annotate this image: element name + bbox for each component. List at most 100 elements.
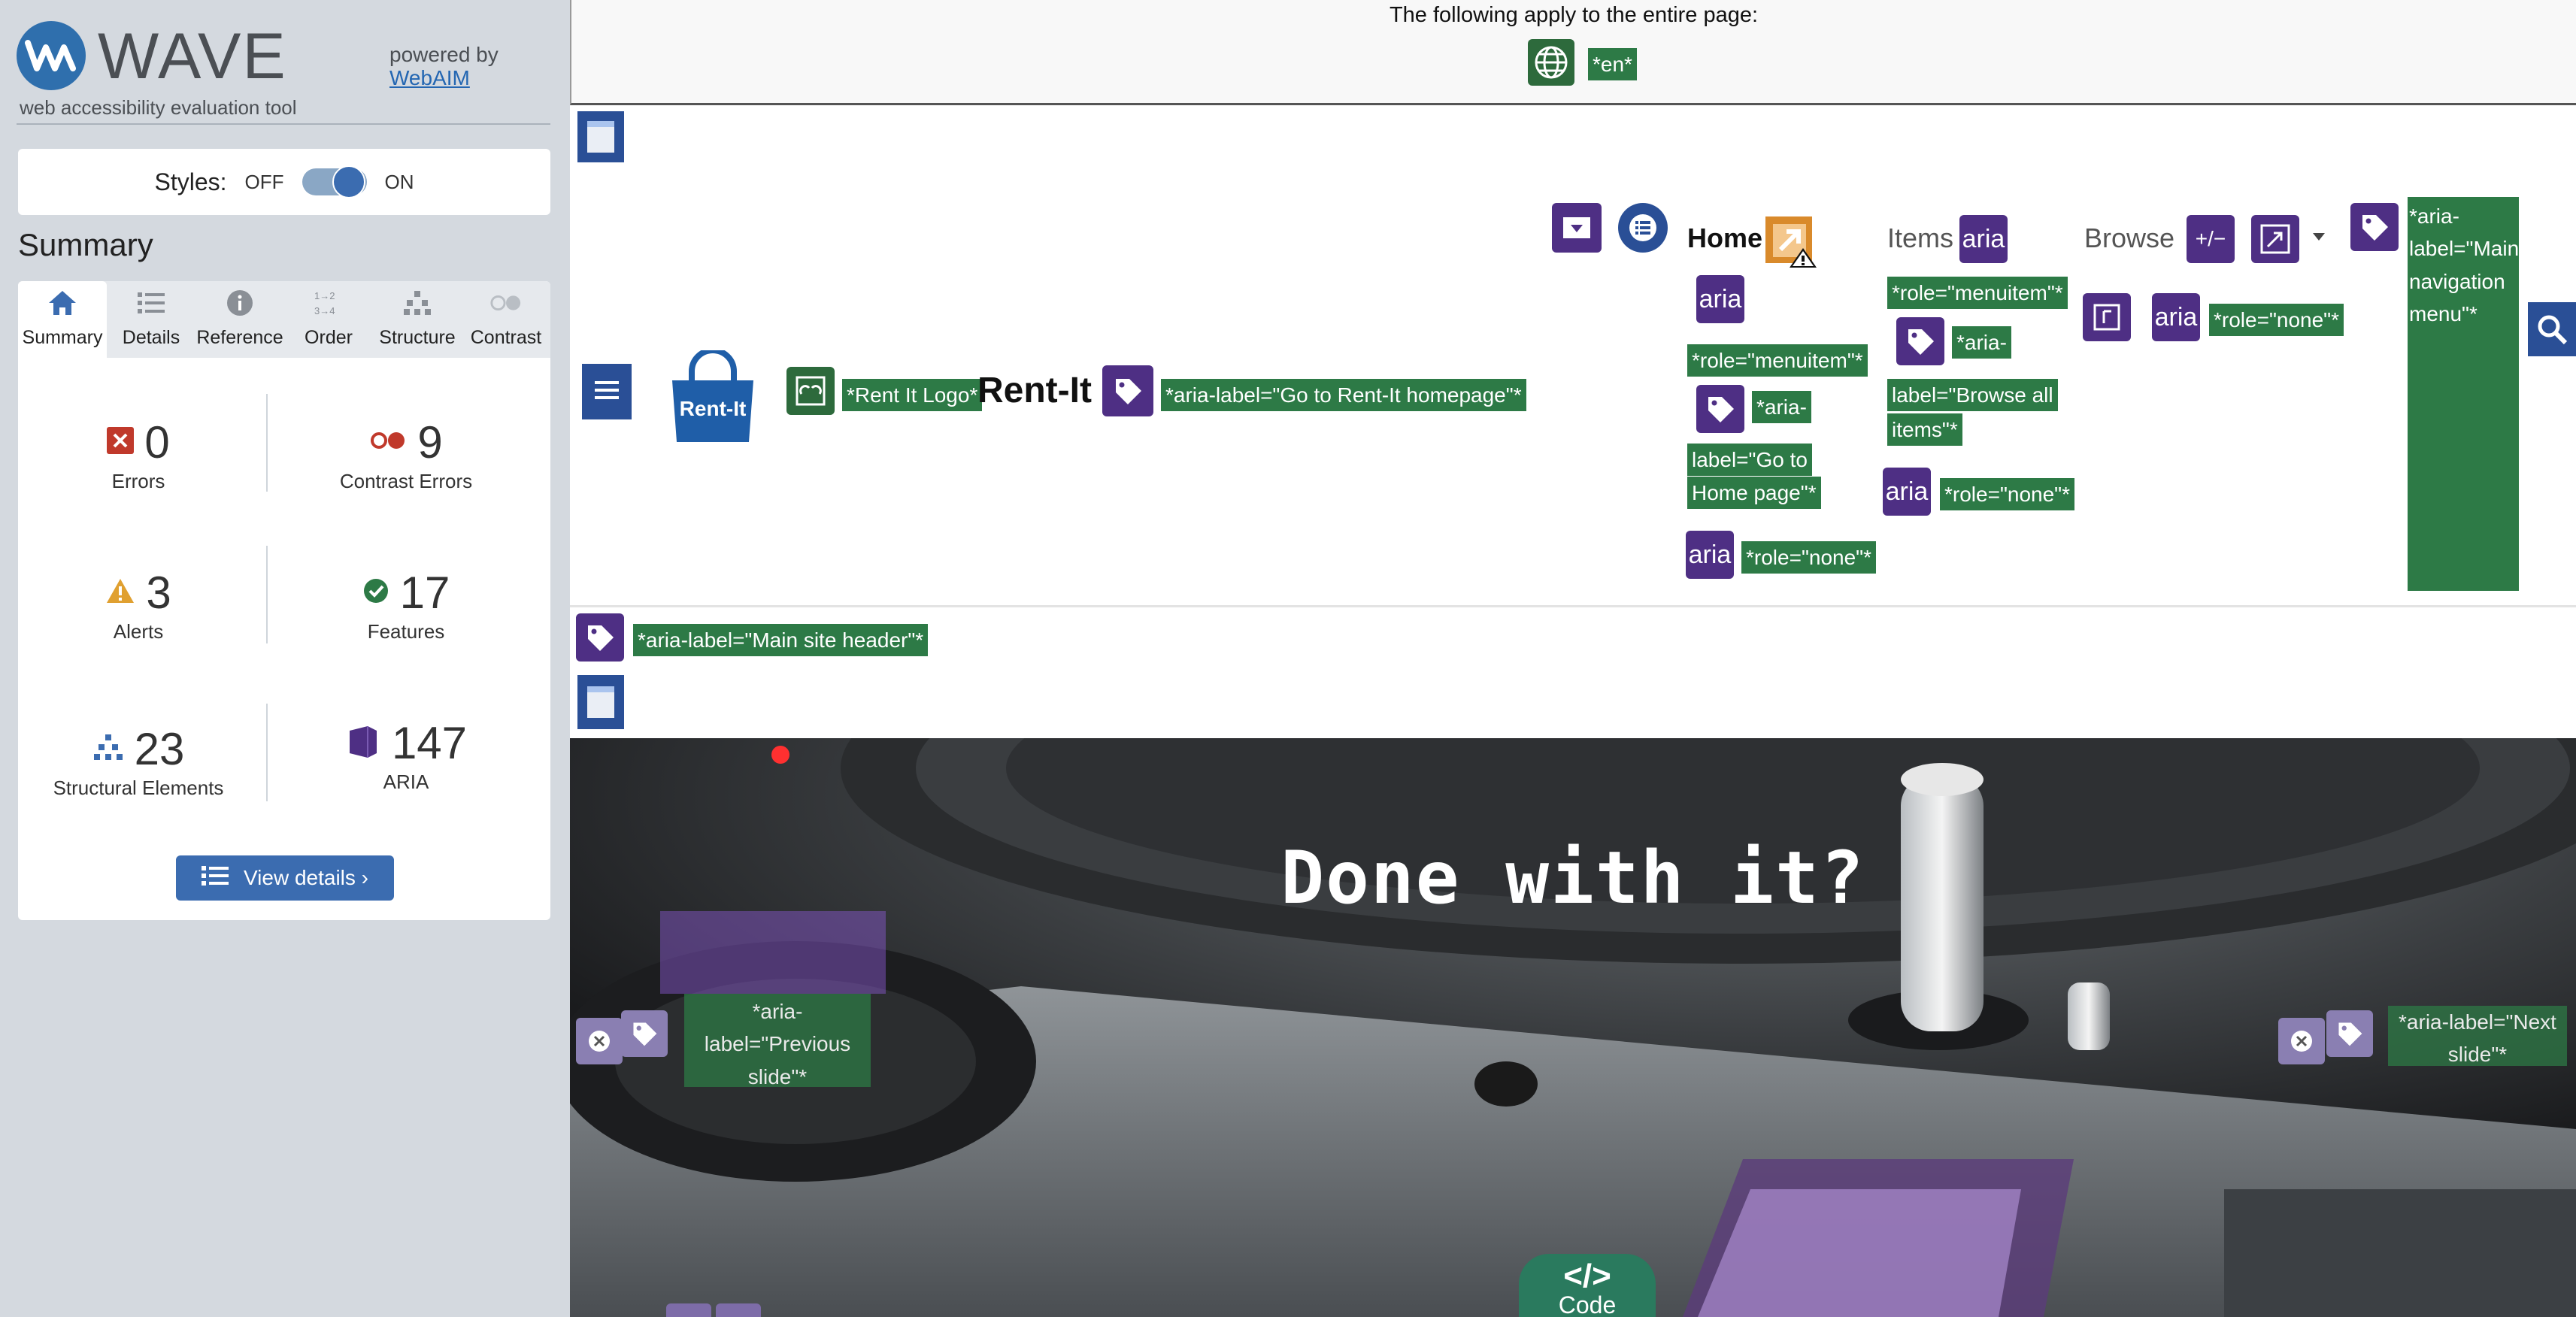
aria-icon[interactable]: aria bbox=[1696, 275, 1744, 323]
aria-count: 147 bbox=[391, 718, 468, 768]
aria-tabindex-icon[interactable] bbox=[2083, 293, 2131, 341]
features-label: Features bbox=[367, 620, 445, 643]
stat-alerts[interactable]: 3 Alerts bbox=[18, 567, 259, 643]
aria-popup-icon[interactable] bbox=[2251, 215, 2299, 263]
features-count: 17 bbox=[399, 568, 450, 618]
tab-label: Reference bbox=[196, 327, 283, 348]
page-level-bar: The following apply to the entire page: … bbox=[570, 0, 2576, 105]
tab-order[interactable]: 1→2 3→4 Order bbox=[284, 281, 373, 358]
summary-heading: Summary bbox=[18, 227, 153, 262]
toggle-knob[interactable] bbox=[332, 165, 365, 198]
stat-aria[interactable]: 147 ARIA bbox=[286, 717, 526, 794]
nav-browse[interactable]: Browse bbox=[2084, 223, 2174, 254]
list-icon bbox=[201, 864, 229, 892]
redundant-link-alert-icon[interactable] bbox=[1764, 215, 1818, 269]
aria-browse-tag-line1: *aria- bbox=[1952, 326, 2011, 359]
aria-expanded-icon[interactable]: +/− bbox=[2187, 215, 2235, 263]
error-icon bbox=[107, 427, 135, 458]
structural-label: Structural Elements bbox=[53, 777, 224, 799]
stat-contrast-errors[interactable]: 9 Contrast Errors bbox=[286, 416, 526, 493]
svg-text:1→2: 1→2 bbox=[314, 290, 335, 301]
webaim-link[interactable]: WebAIM bbox=[389, 66, 470, 89]
styles-toggle[interactable] bbox=[302, 165, 367, 198]
panel-tabs: Summary Details Reference 1→2 3→4 Order S… bbox=[18, 281, 550, 358]
tab-label: Order bbox=[305, 327, 353, 348]
wave-logo-icon bbox=[17, 21, 86, 90]
role-menuitem-tag: *role="menuitem"* bbox=[1687, 344, 1868, 377]
aria-label-tag-icon[interactable] bbox=[2326, 1010, 2373, 1057]
stat-structural[interactable]: 23 Structural Elements bbox=[18, 723, 259, 800]
order-icon: 1→2 3→4 bbox=[312, 286, 345, 319]
code-label: Code bbox=[1558, 1291, 1617, 1317]
aria-label-tag-icon[interactable] bbox=[2350, 203, 2399, 251]
aria-label-tag-icon[interactable] bbox=[1102, 365, 1153, 416]
prev-slide-close-icon[interactable] bbox=[576, 1018, 623, 1064]
navigation-icon[interactable] bbox=[582, 364, 632, 419]
next-slide-close-icon[interactable] bbox=[2278, 1018, 2325, 1064]
view-details-button[interactable]: View details › bbox=[176, 855, 394, 901]
lang-tag: *en* bbox=[1588, 48, 1637, 81]
structure-icon bbox=[401, 286, 434, 319]
aria-icon[interactable]: aria bbox=[1686, 531, 1734, 579]
alerts-count: 3 bbox=[146, 568, 171, 618]
code-toggle-button[interactable]: </> Code bbox=[1519, 1254, 1656, 1317]
tab-details[interactable]: Details bbox=[107, 281, 195, 358]
stat-errors[interactable]: 0 Errors bbox=[18, 416, 259, 493]
role-none-tag: *role="none"* bbox=[1741, 541, 1877, 574]
aria-label-tag-icon[interactable] bbox=[1896, 317, 1944, 365]
aria-icon[interactable]: aria bbox=[2152, 293, 2200, 341]
nav-home[interactable]: Home bbox=[1687, 223, 1762, 254]
hero-background-image bbox=[570, 738, 2576, 1317]
wave-tagline: web accessibility evaluation tool bbox=[20, 96, 297, 119]
aria-label-tag-icon[interactable] bbox=[576, 613, 624, 662]
chevron-down-icon[interactable] bbox=[2313, 233, 2325, 241]
linked-image-icon[interactable] bbox=[786, 367, 835, 415]
feature-icon bbox=[362, 577, 389, 608]
main-site-header-tag: *aria-label="Main site header"* bbox=[633, 624, 929, 657]
search-icon[interactable] bbox=[2528, 302, 2576, 356]
view-details-label: View details › bbox=[243, 866, 368, 889]
aria-menu-icon[interactable] bbox=[1552, 203, 1602, 253]
logo-text: Rent-It bbox=[679, 397, 747, 420]
globe-icon[interactable] bbox=[1528, 39, 1574, 86]
aria-label-tag-icon[interactable] bbox=[621, 1010, 668, 1057]
structure-icon bbox=[92, 733, 124, 765]
tab-label: Structure bbox=[379, 327, 456, 348]
alert-icon bbox=[105, 577, 135, 608]
rent-it-bag-logo[interactable]: Rent-It bbox=[663, 347, 762, 447]
home-icon bbox=[46, 286, 79, 319]
aria-cube-icon bbox=[345, 723, 381, 763]
tab-summary[interactable]: Summary bbox=[18, 281, 107, 358]
main-region-icon[interactable] bbox=[577, 675, 624, 729]
code-icon: </> bbox=[1563, 1258, 1611, 1294]
tab-structure[interactable]: Structure bbox=[373, 281, 462, 358]
aria-icon[interactable]: aria bbox=[1959, 215, 2008, 263]
aria-icon[interactable] bbox=[666, 1303, 711, 1317]
styles-on-label: ON bbox=[384, 170, 414, 193]
aria-label-tag-icon[interactable] bbox=[1696, 385, 1744, 433]
divider bbox=[266, 704, 268, 801]
aria-label-tag-icon[interactable] bbox=[716, 1303, 761, 1317]
contrast-errors-count: 9 bbox=[417, 417, 443, 468]
header-region-icon[interactable] bbox=[577, 111, 624, 162]
page-level-text: The following apply to the entire page: bbox=[1389, 3, 1759, 27]
tab-reference[interactable]: Reference bbox=[195, 281, 284, 358]
errors-count: 0 bbox=[144, 417, 170, 468]
styles-label: Styles: bbox=[154, 168, 227, 195]
hero-title: Done with it? bbox=[1280, 836, 1865, 920]
info-icon bbox=[223, 286, 256, 319]
nav-items[interactable]: Items bbox=[1887, 223, 1953, 254]
contrast-errors-label: Contrast Errors bbox=[339, 470, 473, 492]
aria-go-home-tag-line3: Home page"* bbox=[1687, 477, 1821, 510]
list-icon[interactable] bbox=[1618, 203, 1668, 253]
brand-name[interactable]: Rent-It bbox=[977, 370, 1092, 411]
summary-panel: Summary Details Reference 1→2 3→4 Order S… bbox=[18, 281, 550, 920]
svg-text:3→4: 3→4 bbox=[314, 305, 335, 316]
stat-features[interactable]: 17 Features bbox=[286, 567, 526, 643]
wave-title: WAVE bbox=[98, 20, 287, 92]
tab-contrast[interactable]: Contrast bbox=[462, 281, 550, 358]
previous-slide-tag: *aria-label="Previous slide"* bbox=[684, 994, 871, 1088]
aria-icon[interactable]: aria bbox=[1883, 468, 1931, 516]
powered-by: powered by WebAIM bbox=[389, 43, 499, 90]
aria-go-home-tag-line2: label="Go to bbox=[1687, 444, 1812, 477]
